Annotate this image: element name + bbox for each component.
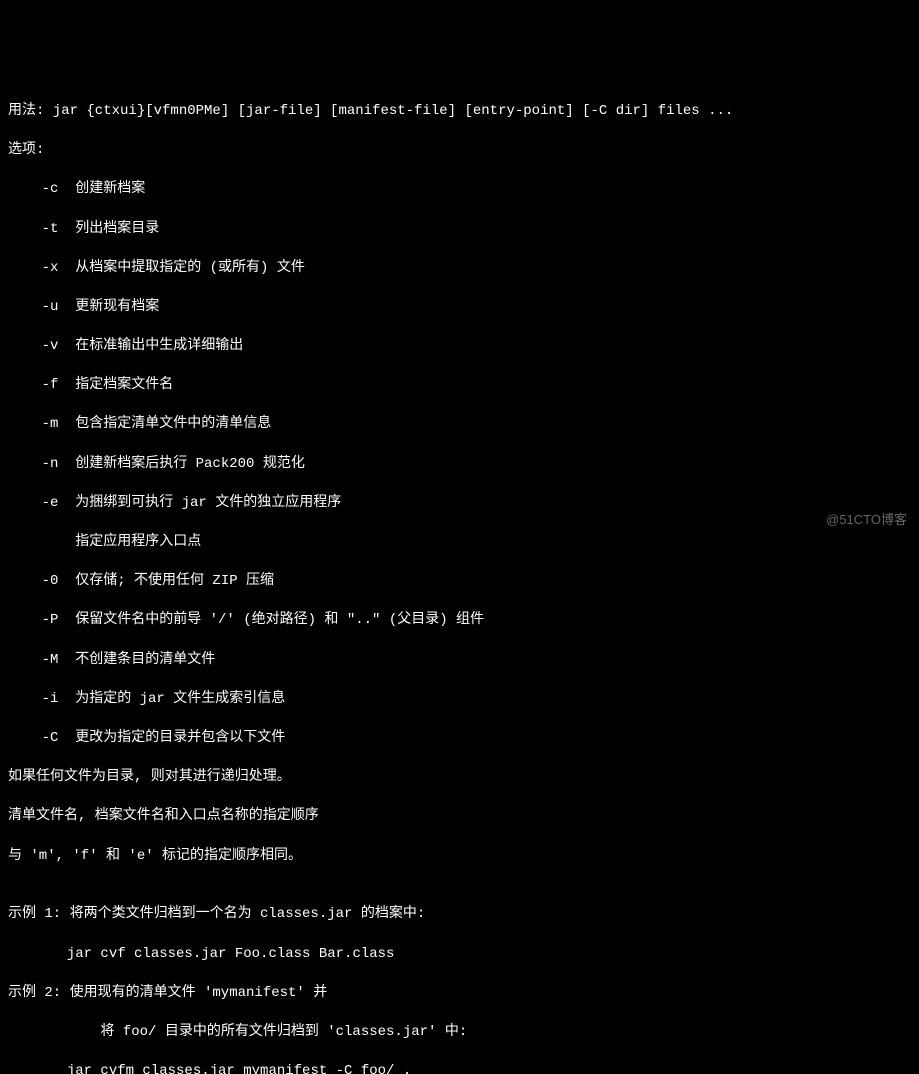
option-f: -f 指定档案文件名	[8, 376, 911, 396]
option-i: -i 为指定的 jar 文件生成索引信息	[8, 690, 911, 710]
option-n: -n 创建新档案后执行 Pack200 规范化	[8, 455, 911, 475]
watermark-text: @51CTO博客	[826, 511, 907, 529]
example-line: 示例 1: 将两个类文件归档到一个名为 classes.jar 的档案中:	[8, 905, 911, 925]
option-e: -e 为捆绑到可执行 jar 文件的独立应用程序	[8, 494, 911, 514]
option-m: -m 包含指定清单文件中的清单信息	[8, 415, 911, 435]
option-v: -v 在标准输出中生成详细输出	[8, 337, 911, 357]
option-cap-m: -M 不创建条目的清单文件	[8, 651, 911, 671]
note-line: 如果任何文件为目录, 则对其进行递归处理。	[8, 768, 911, 788]
option-u: -u 更新现有档案	[8, 298, 911, 318]
example-line: jar cvf classes.jar Foo.class Bar.class	[8, 945, 911, 965]
option-c: -c 创建新档案	[8, 180, 911, 200]
example-line: jar cvfm classes.jar mymanifest -C foo/ …	[8, 1062, 911, 1074]
example-line: 示例 2: 使用现有的清单文件 'mymanifest' 并	[8, 984, 911, 1004]
option-e-cont: 指定应用程序入口点	[8, 533, 911, 553]
option-0: -0 仅存储; 不使用任何 ZIP 压缩	[8, 572, 911, 592]
example-line: 将 foo/ 目录中的所有文件归档到 'classes.jar' 中:	[8, 1023, 911, 1043]
terminal-output: 用法: jar {ctxui}[vfmn0PMe] [jar-file] [ma…	[8, 82, 911, 1074]
options-header: 选项:	[8, 141, 911, 161]
usage-line: 用法: jar {ctxui}[vfmn0PMe] [jar-file] [ma…	[8, 102, 911, 122]
note-line: 清单文件名, 档案文件名和入口点名称的指定顺序	[8, 807, 911, 827]
option-x: -x 从档案中提取指定的 (或所有) 文件	[8, 259, 911, 279]
option-p: -P 保留文件名中的前导 '/' (绝对路径) 和 ".." (父目录) 组件	[8, 611, 911, 631]
option-t: -t 列出档案目录	[8, 220, 911, 240]
note-line: 与 'm', 'f' 和 'e' 标记的指定顺序相同。	[8, 847, 911, 867]
option-cap-c: -C 更改为指定的目录并包含以下文件	[8, 729, 911, 749]
